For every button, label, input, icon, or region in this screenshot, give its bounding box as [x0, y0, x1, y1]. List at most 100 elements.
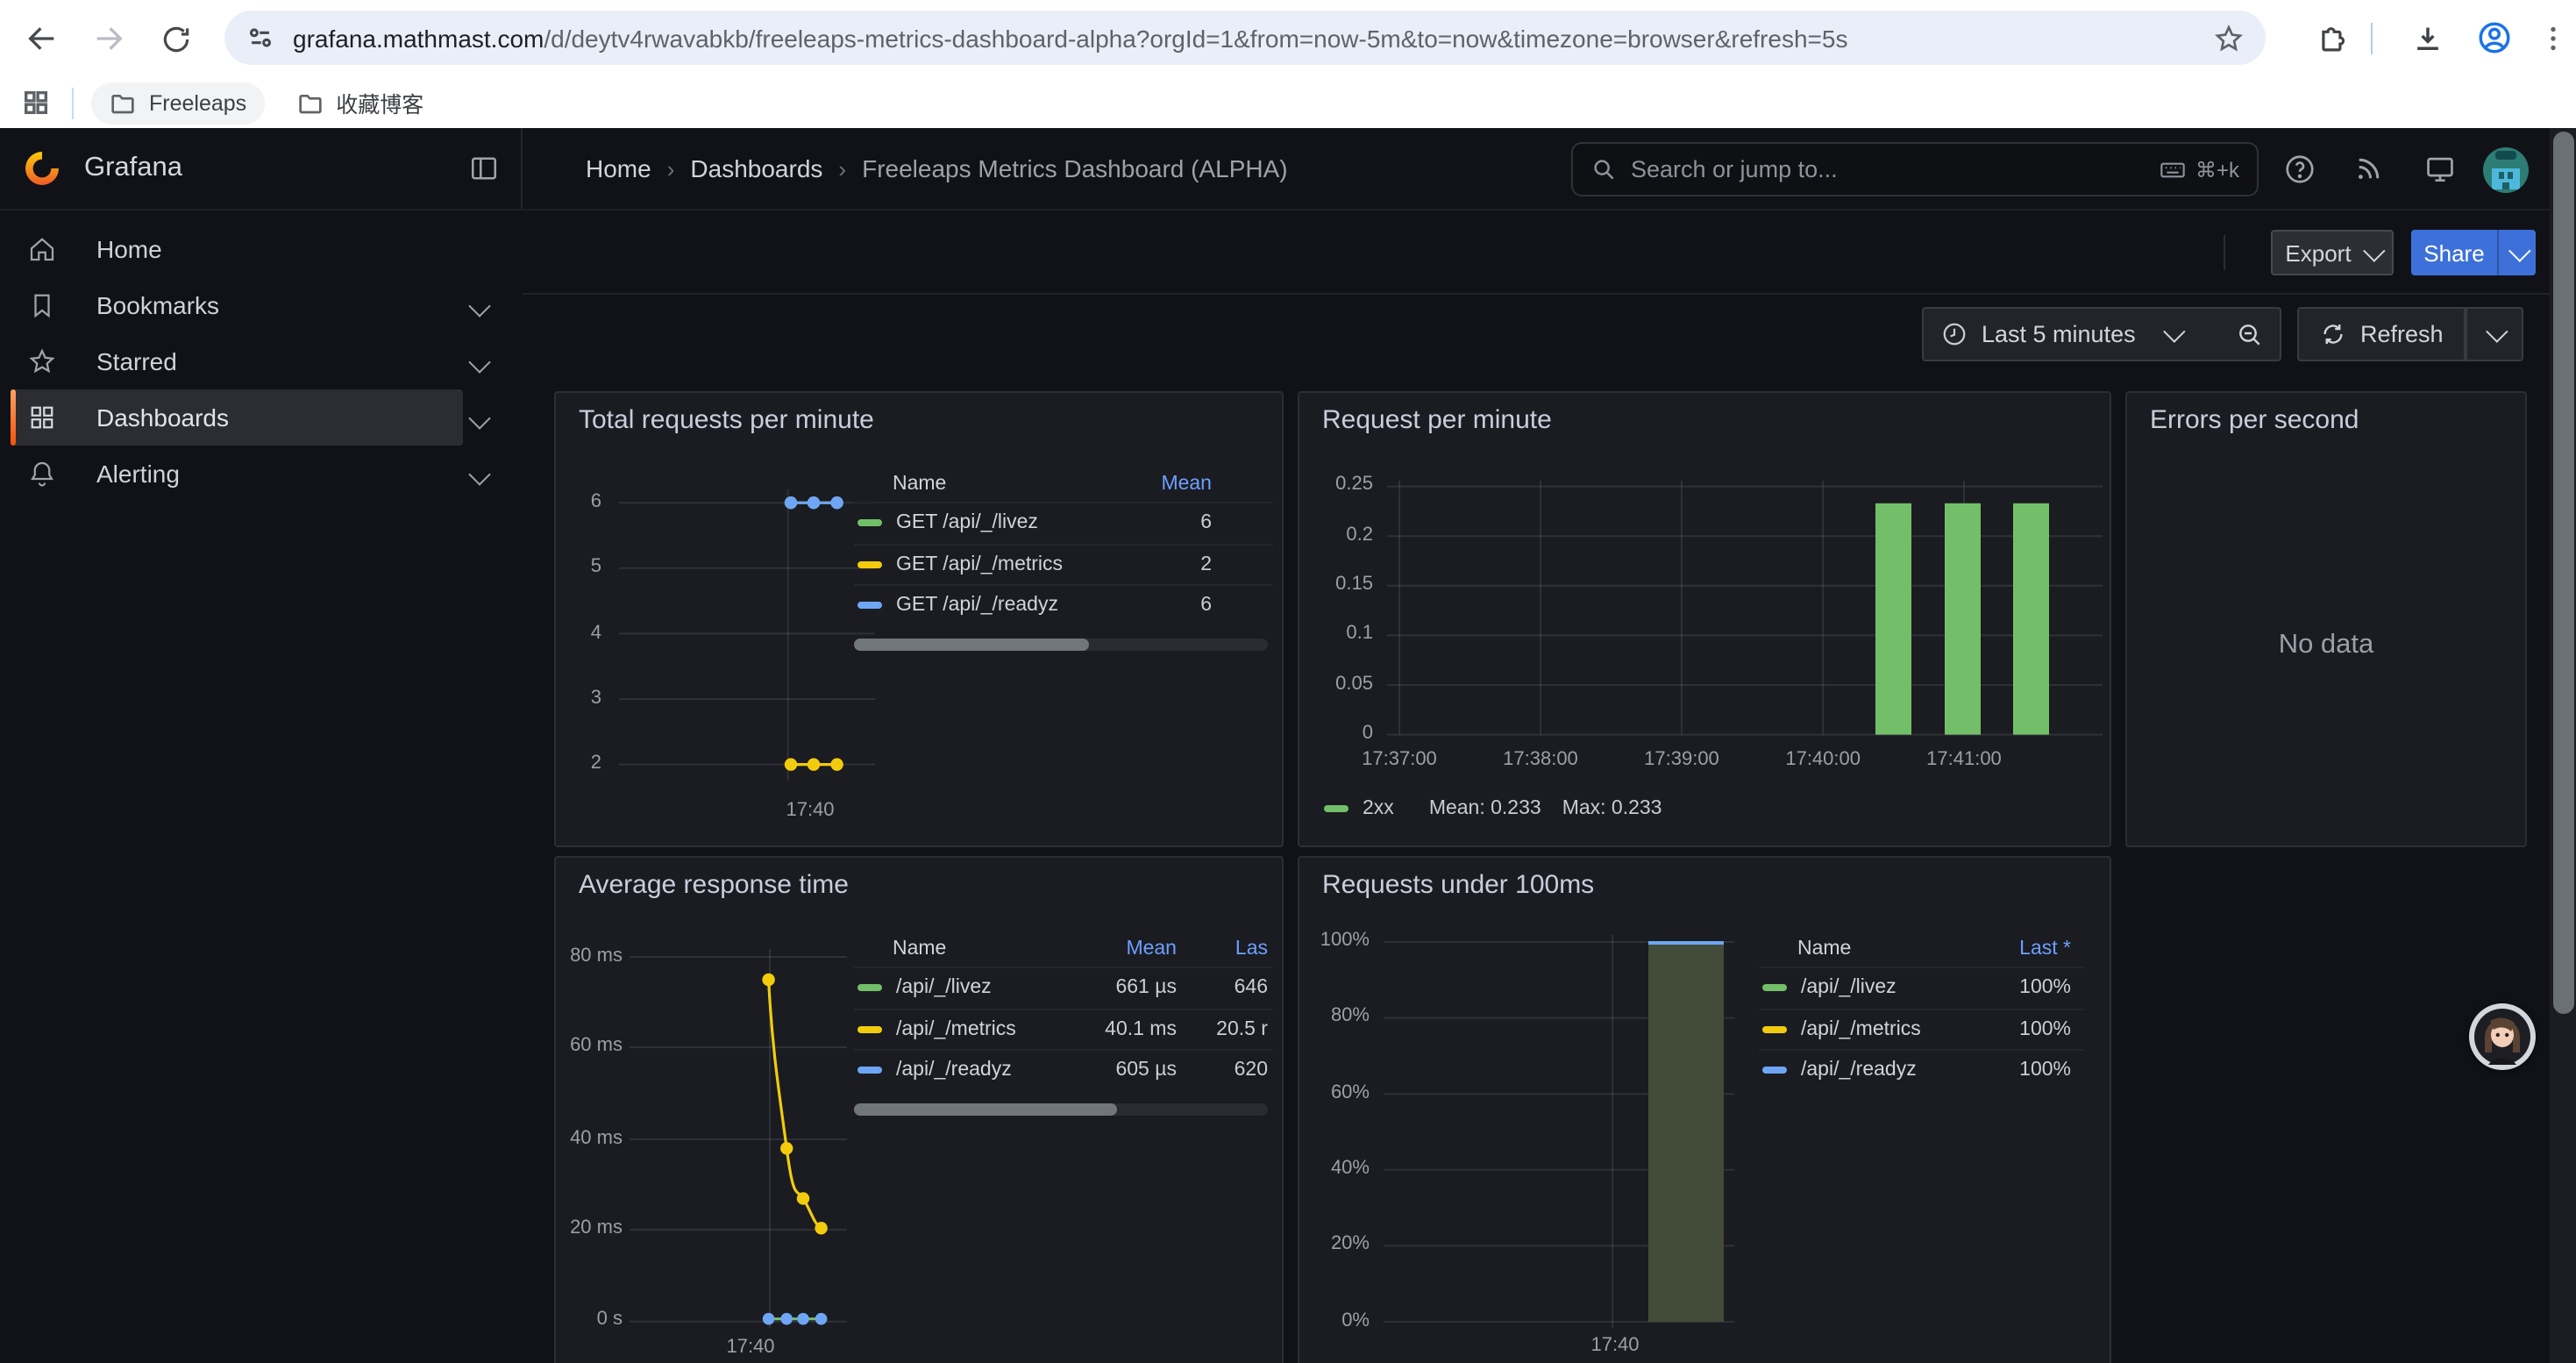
legend-header-row: NameMean	[854, 465, 1273, 502]
legend-series-name[interactable]: GET /api/_/metrics	[896, 554, 1142, 575]
sidebar-item-label: Bookmarks	[96, 291, 219, 319]
legend-header-last[interactable]: Las	[1177, 938, 1268, 959]
breadcrumb-item: Freeleaps Metrics Dashboard (ALPHA)	[862, 154, 1288, 182]
legend-header-row: NameMeanLas	[854, 930, 1273, 967]
breadcrumb-item[interactable]: Home	[586, 154, 651, 182]
x-axis-tick: 17:41:00	[1903, 749, 2025, 770]
news-rss-icon[interactable]	[2346, 153, 2392, 184]
share-button[interactable]: Share	[2411, 230, 2497, 275]
monitor-icon[interactable]	[2416, 153, 2462, 186]
legend-table: NameLast */api/_/livez100%/api/_/metrics…	[1759, 930, 2085, 1090]
series-color-pill[interactable]	[1762, 1026, 1787, 1033]
legend-series-name[interactable]: /api/_/livez	[1801, 978, 1983, 999]
series-color-pill[interactable]	[857, 561, 882, 568]
zoom-out-time-button[interactable]	[2218, 307, 2281, 361]
series-color-pill[interactable]	[857, 1026, 882, 1033]
help-icon[interactable]	[2276, 153, 2322, 186]
time-range-picker[interactable]: Last 5 minutes	[1922, 307, 2220, 361]
series-color-pill[interactable]	[1324, 805, 1348, 812]
sidebar-item-bookmarks[interactable]: Bookmarks	[11, 277, 463, 333]
sidebar-item-label: Dashboards	[96, 403, 229, 432]
legend-series-name[interactable]: GET /api/_/readyz	[896, 596, 1142, 617]
menu-kebab-icon[interactable]	[2532, 18, 2574, 60]
scrollbar-thumb[interactable]	[2552, 132, 2573, 1014]
legend-hscrollbar-thumb[interactable]	[854, 1103, 1117, 1115]
panel-title[interactable]: Errors per second	[2150, 405, 2359, 435]
panel-title[interactable]: Average response time	[579, 870, 849, 900]
search-placeholder: Search or jump to...	[1631, 156, 2159, 182]
assistant-avatar-button[interactable]	[2469, 1003, 2536, 1070]
bookmark-folder-label: 收藏博客	[336, 86, 423, 119]
brand-label: Grafana	[84, 153, 182, 184]
search-input[interactable]: Search or jump to... ⌘+k	[1571, 142, 2259, 196]
apps-grid-icon[interactable]	[21, 88, 51, 118]
legend-series-name[interactable]: GET /api/_/livez	[896, 513, 1142, 534]
bookmark-folder-freeleaps[interactable]: Freeleaps	[91, 82, 264, 124]
legend-hscrollbar-thumb[interactable]	[854, 638, 1089, 650]
legend-table: NameMeanLas/api/_/livez661 µs646/api/_/m…	[854, 930, 1273, 1090]
series-color-pill[interactable]	[857, 603, 882, 610]
profile-icon[interactable]	[2473, 16, 2515, 58]
folder-icon	[109, 89, 137, 117]
legend-header-last[interactable]: Last *	[1983, 938, 2071, 959]
panel-title[interactable]: Request per minute	[1322, 405, 1552, 435]
chevron-down-icon[interactable]	[468, 462, 490, 484]
user-avatar[interactable]	[2483, 146, 2529, 192]
forward-button[interactable]	[88, 18, 130, 60]
legend-header-name[interactable]: Name	[893, 473, 1142, 494]
refresh-button[interactable]: Refresh	[2297, 307, 2466, 361]
bookmark-icon	[26, 289, 58, 321]
legend-series-name[interactable]: /api/_/readyz	[896, 1060, 1068, 1081]
legend-series-name[interactable]: /api/_/readyz	[1801, 1060, 1983, 1081]
series-color-pill[interactable]	[857, 985, 882, 992]
chevron-down-icon[interactable]	[468, 294, 490, 316]
panel-requests-under-100ms: Requests under 100ms 100%80%60%40%20%0%1…	[1298, 856, 2111, 1363]
export-button[interactable]: Export	[2271, 230, 2394, 275]
sidebar-collapse-icon[interactable]	[468, 153, 500, 184]
site-settings-icon[interactable]	[246, 23, 275, 53]
legend-series-name[interactable]: /api/_/metrics	[1801, 1019, 1983, 1040]
legend-header-mean[interactable]: Mean	[1142, 473, 1212, 494]
series-color-pill[interactable]	[857, 520, 882, 527]
download-icon[interactable]	[2406, 18, 2448, 60]
grafana-logo-icon[interactable]	[21, 147, 63, 189]
sidebar-item-dashboards[interactable]: Dashboards	[11, 389, 463, 446]
legend-mean-value: Mean: 0.233	[1429, 798, 1541, 819]
panel-title[interactable]: Requests under 100ms	[1322, 870, 1594, 900]
reload-button[interactable]	[154, 18, 196, 60]
legend-series-name[interactable]: /api/_/metrics	[896, 1019, 1068, 1040]
sidebar-item-alerting[interactable]: Alerting	[11, 446, 463, 502]
no-data-message: No data	[2127, 630, 2525, 661]
series-color-pill[interactable]	[857, 1067, 882, 1074]
chevron-down-icon	[2163, 320, 2185, 342]
legend-header-name[interactable]: Name	[893, 938, 1068, 959]
bookmark-folder-blogs[interactable]: 收藏博客	[278, 79, 441, 126]
share-menu-button[interactable]	[2497, 230, 2536, 275]
bookmark-star-icon[interactable]	[2213, 22, 2245, 54]
sidebar-item-starred[interactable]: Starred	[11, 333, 463, 389]
sidebar-item-home[interactable]: Home	[11, 221, 463, 277]
toolbar-divider	[2371, 23, 2373, 54]
refresh-interval-button[interactable]	[2466, 307, 2524, 361]
legend-series-name[interactable]: /api/_/livez	[896, 978, 1068, 999]
address-bar[interactable]: grafana.mathmast.com/d/deytv4rwavabkb/fr…	[224, 11, 2266, 65]
chevron-down-icon[interactable]	[468, 350, 490, 372]
bookmarks-bar: Freeleaps 收藏博客	[0, 77, 2576, 128]
back-button[interactable]	[21, 18, 63, 60]
url-text[interactable]: grafana.mathmast.com/d/deytv4rwavabkb/fr…	[293, 24, 2213, 52]
legend-header-name[interactable]: Name	[1797, 938, 1983, 959]
series-color-pill[interactable]	[1762, 1067, 1787, 1074]
legend-header-mean[interactable]: Mean	[1068, 938, 1177, 959]
series-color-pill[interactable]	[1762, 985, 1787, 992]
panel-title[interactable]: Total requests per minute	[579, 405, 874, 435]
y-axis-tick: 60 ms	[556, 1035, 623, 1056]
extensions-icon[interactable]	[2311, 18, 2353, 60]
legend-series-name[interactable]: 2xx	[1363, 798, 1394, 819]
refresh-label: Refresh	[2360, 321, 2444, 347]
chevron-down-icon[interactable]	[468, 406, 490, 428]
y-axis-tick: 0%	[1299, 1309, 1370, 1331]
breadcrumb-item[interactable]: Dashboards	[690, 154, 822, 182]
legend-hscrollbar[interactable]	[854, 1103, 1268, 1115]
page-scrollbar[interactable]	[2550, 128, 2576, 1363]
legend-hscrollbar[interactable]	[854, 638, 1268, 650]
